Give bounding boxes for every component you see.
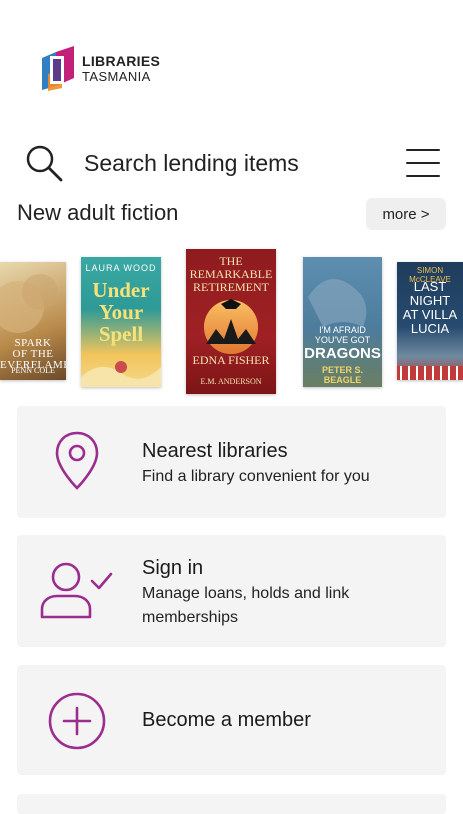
book-author: LAURA WOOD [85, 263, 157, 273]
card-title: Nearest libraries [142, 440, 288, 462]
next-card-partial[interactable] [17, 794, 446, 814]
more-button[interactable]: more > [366, 198, 446, 230]
logo-text-line1: LIBRARIES [82, 52, 161, 69]
book-title: Under Your Spell [92, 278, 150, 346]
book-author: E.M. ANDERSON [200, 377, 262, 386]
search-input[interactable]: Search lending items [84, 150, 406, 177]
book-author: PETER S. BEAGLE [321, 365, 363, 385]
book-title: I'M AFRAID YOU'VE GOT [314, 325, 371, 345]
book-cover[interactable]: SIMON McCLEAVE LAST NIGHT AT VILLA LUCIA [397, 262, 463, 380]
logo-text-line2: TASMANIA [82, 68, 151, 84]
nearest-libraries-card[interactable]: Nearest libraries Find a library conveni… [17, 406, 446, 518]
plus-circle-icon [48, 692, 106, 750]
library-logo: LIBRARIES TASMANIA [40, 44, 160, 92]
card-title: Sign in [142, 557, 204, 579]
book-cover[interactable]: LAURA WOOD Under Your Spell [81, 257, 161, 387]
hamburger-menu-icon[interactable] [406, 149, 440, 177]
card-subtitle-line1: Manage loans, holds and link [142, 585, 350, 602]
logo-mark-icon [40, 44, 76, 92]
search-icon[interactable] [24, 143, 64, 183]
card-subtitle: Find a library convenient for you [142, 468, 370, 485]
location-pin-icon [55, 431, 99, 490]
book-author: PENN COLE [11, 366, 55, 375]
card-subtitle-line2: memberships [142, 609, 239, 626]
book-title: LAST NIGHT AT VILLA LUCIA [402, 279, 458, 336]
book-cover[interactable]: I'M AFRAID YOU'VE GOT DRAGONS PETER S. BE… [303, 257, 382, 387]
search-bar[interactable]: Search lending items [24, 140, 440, 186]
section-title: New adult fiction [17, 200, 179, 225]
book-title-sub: EDNA FISHER [192, 353, 270, 367]
book-cover[interactable]: SPARK OF THE EVERFLAME PENN COLE [0, 262, 66, 380]
user-check-icon [40, 562, 113, 619]
card-title: Become a member [142, 709, 311, 731]
book-cover[interactable]: THE REMARKABLE RETIREMENT EDNA FISHER E.M.… [186, 249, 276, 394]
book-title-main: DRAGONS [304, 345, 381, 362]
sign-in-card[interactable]: Sign in Manage loans, holds and link mem… [17, 535, 446, 647]
become-member-card[interactable]: Become a member [17, 665, 446, 775]
